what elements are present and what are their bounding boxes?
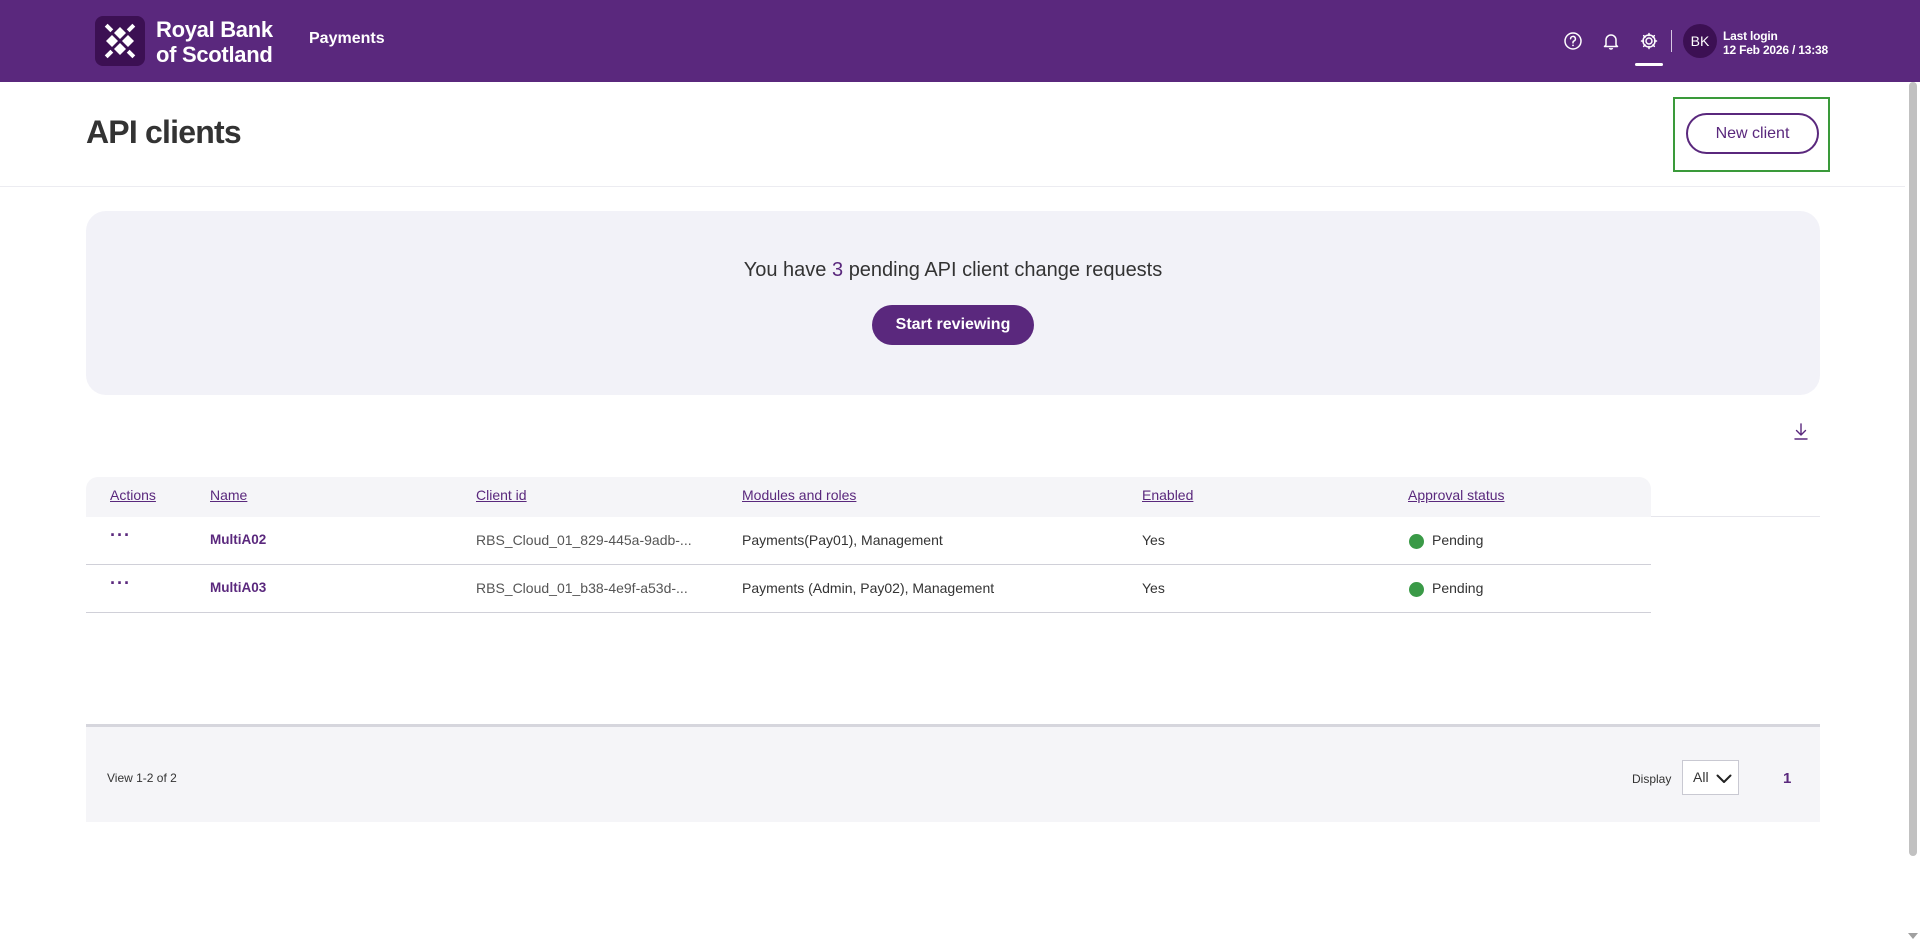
page-title: API clients: [86, 114, 242, 150]
column-header-modules-roles[interactable]: Modules and roles: [742, 487, 856, 503]
enabled-value: Yes: [1142, 580, 1165, 596]
header-separator: [1671, 30, 1672, 52]
pending-text-before: You have: [743, 259, 827, 281]
modules-roles: Payments(Pay01), Management: [742, 532, 943, 548]
table-row: ··· MultiA02 RBS_Cloud_01_829-445a-9adb-…: [86, 517, 1651, 565]
download-icon[interactable]: [1792, 422, 1810, 442]
gear-icon[interactable]: [1638, 30, 1660, 52]
column-header-client-id[interactable]: Client id: [476, 487, 527, 503]
approval-status: Pending: [1432, 532, 1484, 548]
table-footer: View 1-2 of 2 Display All 1: [86, 724, 1820, 822]
nav-payments-link[interactable]: Payments: [309, 30, 385, 48]
brand-line-2: of Scotland: [156, 42, 273, 67]
scrollbar-thumb[interactable]: [1909, 82, 1917, 856]
chevron-down-icon: [1716, 774, 1732, 783]
column-header-name[interactable]: Name: [210, 487, 247, 503]
column-header-enabled[interactable]: Enabled: [1142, 487, 1193, 503]
client-name-link[interactable]: MultiA02: [210, 532, 266, 547]
column-header-actions[interactable]: Actions: [110, 487, 156, 503]
row-actions-menu[interactable]: ···: [110, 525, 131, 546]
modules-roles: Payments (Admin, Pay02), Management: [742, 580, 995, 596]
brand-name[interactable]: Royal Bank of Scotland: [156, 17, 273, 67]
help-icon[interactable]: [1562, 30, 1584, 52]
enabled-value: Yes: [1142, 532, 1165, 548]
row-actions-menu[interactable]: ···: [110, 573, 131, 594]
pending-requests-banner: You have 3 pending API client change req…: [86, 211, 1820, 395]
client-name-link[interactable]: MultiA03: [210, 580, 266, 595]
view-count: View 1-2 of 2: [107, 771, 177, 785]
status-indicator-icon: [1409, 534, 1424, 549]
top-navigation-bar: Royal Bank of Scotland Payments BK Last …: [0, 0, 1920, 82]
column-header-approval-status[interactable]: Approval status: [1408, 487, 1505, 503]
title-divider: [0, 186, 1905, 187]
rbs-logo-icon[interactable]: [95, 16, 145, 66]
bell-icon[interactable]: [1600, 30, 1622, 52]
approval-status: Pending: [1432, 580, 1484, 596]
user-avatar[interactable]: BK: [1683, 24, 1717, 58]
client-id: RBS_Cloud_01_829-445a-9adb-...: [476, 532, 692, 548]
header-divider: [1651, 516, 1820, 517]
display-label: Display: [1632, 772, 1672, 786]
last-login-info: Last login 12 Feb 2026 / 13:38: [1723, 29, 1828, 57]
status-indicator-icon: [1409, 582, 1424, 597]
pending-text-after: pending API client change requests: [848, 259, 1163, 281]
last-login-label: Last login: [1723, 29, 1778, 43]
display-select[interactable]: All: [1682, 760, 1739, 795]
start-reviewing-button[interactable]: Start reviewing: [872, 305, 1034, 345]
new-client-button[interactable]: New client: [1686, 113, 1819, 154]
pending-count: 3: [832, 259, 844, 281]
scroll-down-arrow-icon[interactable]: [1908, 933, 1918, 939]
table-row: ··· MultiA03 RBS_Cloud_01_b38-4e9f-a53d-…: [86, 565, 1651, 613]
last-login-value: 12 Feb 2026 / 13:38: [1723, 43, 1828, 57]
brand-line-1: Royal Bank: [156, 17, 273, 42]
pending-requests-message: You have 3 pending API client change req…: [86, 259, 1820, 282]
settings-active-indicator: [1635, 63, 1663, 66]
page-number-link[interactable]: 1: [1783, 770, 1791, 787]
client-id: RBS_Cloud_01_b38-4e9f-a53d-...: [476, 580, 688, 596]
vertical-scrollbar[interactable]: [1905, 82, 1920, 945]
display-select-value: All: [1693, 769, 1709, 785]
